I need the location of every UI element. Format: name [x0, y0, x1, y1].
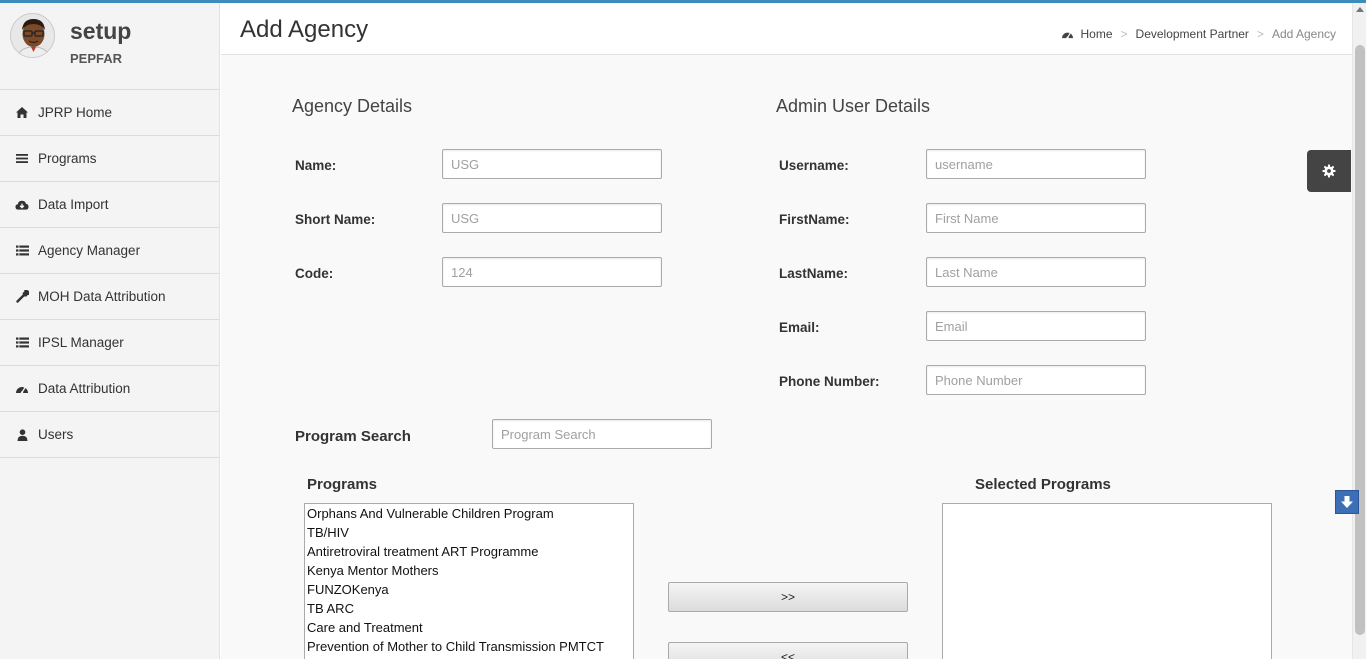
sidebar-item-agency-manager[interactable]: Agency Manager: [0, 228, 219, 274]
programs-list-title: Programs: [307, 476, 378, 493]
agency-name-input[interactable]: [442, 149, 662, 179]
first-name-label: FirstName:: [779, 212, 850, 227]
page-title: Add Agency: [240, 16, 369, 43]
sidebar-item-label: Programs: [38, 151, 97, 166]
wrench-icon: [15, 290, 29, 304]
phone-number-input[interactable]: [926, 365, 1146, 395]
bars-icon: [15, 152, 29, 166]
username-label: Username:: [779, 158, 849, 173]
first-name-input[interactable]: [926, 203, 1146, 233]
program-search-input[interactable]: [492, 419, 712, 449]
settings-toggle[interactable]: [1307, 150, 1351, 192]
content-area: Add Agency Home > Development Partner > …: [221, 3, 1352, 659]
email-label: Email:: [779, 320, 820, 335]
admin-user-details-title: Admin User Details: [776, 96, 931, 116]
sidebar-item-data-attribution[interactable]: Data Attribution: [0, 366, 219, 412]
program-option[interactable]: TB ARC: [305, 599, 633, 618]
sidebar: setup PEPFAR JPRP Home Programs Data Imp…: [0, 3, 220, 659]
agency-short-name-input[interactable]: [442, 203, 662, 233]
program-option[interactable]: Kenya Mentor Mothers: [305, 561, 633, 580]
program-option[interactable]: Orphans And Vulnerable Children Program: [305, 504, 633, 523]
dashboard-icon: [15, 382, 29, 396]
sidebar-item-jprp-home[interactable]: JPRP Home: [0, 90, 219, 136]
scroll-down-button[interactable]: [1335, 490, 1359, 514]
dashboard-icon: [1061, 29, 1074, 40]
top-accent-bar: [0, 0, 1366, 3]
program-option[interactable]: TB/HIV: [305, 523, 633, 542]
programs-listbox[interactable]: Orphans And Vulnerable Children Program …: [304, 503, 634, 659]
breadcrumb-home-link[interactable]: Home: [1081, 27, 1113, 41]
code-label: Code:: [295, 266, 334, 281]
user-organization: PEPFAR: [70, 51, 123, 66]
page-scrollbar[interactable]: [1352, 3, 1366, 659]
selected-programs-listbox[interactable]: [942, 503, 1272, 659]
scrollbar-thumb[interactable]: [1355, 45, 1365, 635]
user-icon: [15, 428, 29, 442]
sidebar-item-label: JPRP Home: [38, 105, 113, 120]
list-icon: [15, 244, 29, 258]
sidebar-item-ipsl-manager[interactable]: IPSL Manager: [0, 320, 219, 366]
breadcrumb-development-partner-link[interactable]: Development Partner: [1136, 27, 1249, 41]
cloud-download-icon: [15, 198, 29, 212]
sidebar-item-label: Data Attribution: [38, 381, 131, 396]
selected-programs-title: Selected Programs: [975, 476, 1111, 493]
content-header: Add Agency Home > Development Partner > …: [221, 3, 1352, 55]
sidebar-item-label: Agency Manager: [38, 243, 141, 258]
add-program-button[interactable]: >>: [668, 582, 908, 612]
gear-icon: [1322, 164, 1336, 178]
program-option[interactable]: Prevention of Mother to Child Transmissi…: [305, 637, 633, 656]
scroll-up-arrow-icon[interactable]: [1356, 7, 1364, 12]
program-search-label: Program Search: [295, 428, 411, 445]
home-icon: [15, 106, 29, 120]
user-name: setup: [70, 18, 132, 44]
avatar: [10, 13, 55, 58]
sidebar-item-moh-data-attribution[interactable]: MOH Data Attribution: [0, 274, 219, 320]
breadcrumb: Home > Development Partner > Add Agency: [1061, 27, 1336, 41]
sidebar-item-data-import[interactable]: Data Import: [0, 182, 219, 228]
phone-number-label: Phone Number:: [779, 374, 880, 389]
list-icon: [15, 336, 29, 350]
add-agency-form: Agency Details Name: Short Name: Code: A…: [221, 55, 1352, 659]
remove-program-button[interactable]: <<: [668, 642, 908, 659]
sidebar-item-label: IPSL Manager: [38, 335, 124, 350]
last-name-input[interactable]: [926, 257, 1146, 287]
username-input[interactable]: [926, 149, 1146, 179]
agency-code-input[interactable]: [442, 257, 662, 287]
short-name-label: Short Name:: [295, 212, 376, 227]
last-name-label: LastName:: [779, 266, 849, 281]
program-option[interactable]: FUNZOKenya: [305, 580, 633, 599]
agency-details-title: Agency Details: [292, 96, 413, 116]
program-option[interactable]: Antiretroviral treatment ART Programme: [305, 542, 633, 561]
sidebar-item-label: MOH Data Attribution: [38, 289, 166, 304]
sidebar-item-programs[interactable]: Programs: [0, 136, 219, 182]
sidebar-item-users[interactable]: Users: [0, 412, 219, 458]
program-option[interactable]: Care and Treatment: [305, 618, 633, 637]
arrow-down-icon: [1340, 495, 1354, 509]
sidebar-item-label: Data Import: [38, 197, 109, 212]
user-panel: setup PEPFAR: [0, 3, 219, 90]
breadcrumb-separator: >: [1120, 27, 1128, 41]
email-input[interactable]: [926, 311, 1146, 341]
sidebar-menu: JPRP Home Programs Data Import Agency Ma…: [0, 90, 219, 458]
name-label: Name:: [295, 158, 337, 173]
breadcrumb-separator: >: [1256, 27, 1264, 41]
breadcrumb-current: Add Agency: [1271, 27, 1336, 41]
sidebar-item-label: Users: [38, 427, 74, 442]
